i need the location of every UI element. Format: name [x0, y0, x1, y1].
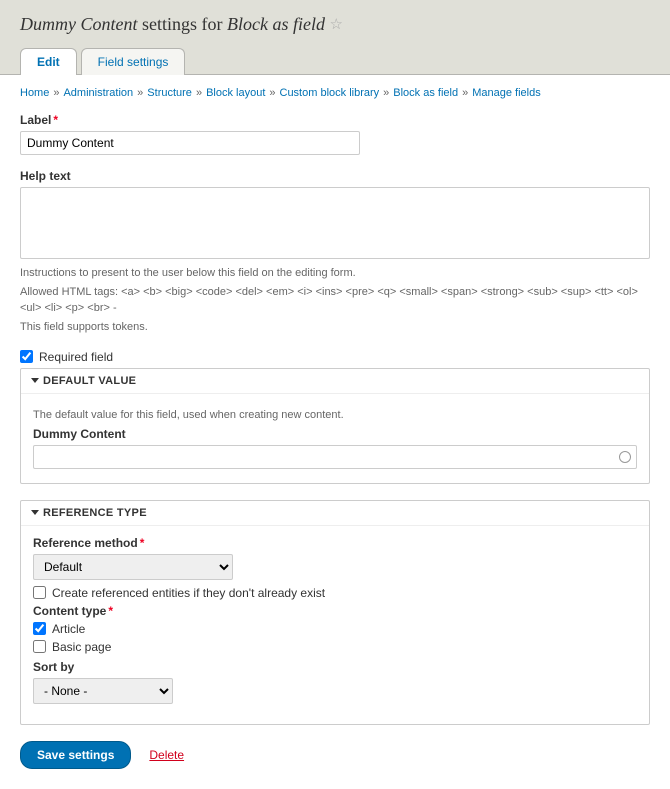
default-value-legend-label: DEFAULT VALUE	[43, 375, 136, 387]
reference-method-label: Reference method*	[33, 536, 637, 550]
help-text-label: Help text	[20, 169, 650, 183]
required-marker: *	[138, 536, 145, 550]
label-input[interactable]	[20, 131, 360, 155]
help-text-input[interactable]	[20, 187, 650, 259]
star-icon[interactable]: ☆	[329, 15, 342, 34]
tab-field-settings-label: Field settings	[98, 55, 169, 69]
save-button[interactable]: Save settings	[20, 741, 131, 769]
breadcrumb-sep: »	[53, 87, 59, 99]
tab-edit[interactable]: Edit	[20, 48, 77, 75]
breadcrumb-sep: »	[196, 87, 202, 99]
breadcrumb-sep: »	[462, 87, 468, 99]
title-prefix: Dummy Content	[20, 14, 137, 34]
breadcrumb-item[interactable]: Manage fields	[472, 87, 541, 99]
label-field-label: Label*	[20, 113, 650, 127]
reference-method-wrapper: Reference method* Default	[33, 536, 637, 580]
breadcrumb-sep: »	[137, 87, 143, 99]
content-type-article-checkbox[interactable]	[33, 622, 46, 635]
sort-by-label: Sort by	[33, 660, 637, 674]
default-value-field-label: Dummy Content	[33, 427, 637, 441]
default-value-section: DEFAULT VALUE The default value for this…	[20, 368, 650, 484]
required-checkbox[interactable]	[20, 350, 33, 363]
help-desc-2: Allowed HTML tags: <a> <b> <big> <code> …	[20, 285, 650, 316]
title-suffix: Block as field	[227, 14, 325, 34]
breadcrumb-item[interactable]: Home	[20, 87, 49, 99]
breadcrumb-sep: »	[269, 87, 275, 99]
breadcrumb-item[interactable]: Administration	[63, 87, 133, 99]
default-value-desc: The default value for this field, used w…	[33, 408, 637, 423]
label-field-wrapper: Label*	[20, 113, 650, 155]
tab-field-settings[interactable]: Field settings	[81, 48, 186, 75]
help-text-wrapper: Help text Instructions to present to the…	[20, 169, 650, 336]
content-type-article-label: Article	[52, 622, 85, 636]
delete-link[interactable]: Delete	[149, 748, 184, 762]
title-middle: settings for	[142, 14, 223, 34]
required-label: Required field	[39, 350, 113, 364]
sort-by-wrapper: Sort by - None -	[33, 660, 637, 704]
create-referenced-label: Create referenced entities if they don't…	[52, 586, 325, 600]
content: Home » Administration » Structure » Block l…	[0, 75, 670, 789]
content-type-basic-page-label: Basic page	[52, 640, 111, 654]
help-desc-1: Instructions to present to the user belo…	[20, 266, 650, 281]
reference-type-legend-label: REFERENCE TYPE	[43, 507, 147, 519]
default-value-legend[interactable]: DEFAULT VALUE	[21, 369, 649, 394]
form-actions: Save settings Delete	[20, 741, 650, 769]
breadcrumb-sep: »	[383, 87, 389, 99]
content-type-option: Article	[33, 622, 637, 636]
content-type-basic-page-checkbox[interactable]	[33, 640, 46, 653]
primary-tabs: Edit Field settings	[20, 48, 650, 75]
breadcrumb-item[interactable]: Block layout	[206, 87, 265, 99]
required-marker: *	[51, 113, 58, 127]
required-field-wrapper: Required field	[20, 350, 650, 364]
create-referenced-wrapper: Create referenced entities if they don't…	[33, 586, 637, 600]
tab-edit-label: Edit	[37, 55, 60, 69]
sort-by-select[interactable]: - None -	[33, 678, 173, 704]
caret-down-icon	[31, 378, 39, 383]
default-value-input[interactable]	[33, 445, 637, 469]
title-bar: Dummy Content settings for Block as fiel…	[0, 0, 670, 75]
required-marker: *	[106, 604, 113, 618]
reference-type-section: REFERENCE TYPE Reference method* Default…	[20, 500, 650, 725]
content-type-option: Basic page	[33, 640, 637, 654]
help-desc-3: This field supports tokens.	[20, 320, 650, 335]
caret-down-icon	[31, 510, 39, 515]
reference-method-select[interactable]: Default	[33, 554, 233, 580]
content-type-label: Content type*	[33, 604, 637, 618]
breadcrumb-item[interactable]: Custom block library	[280, 87, 380, 99]
autocomplete-icon	[619, 451, 631, 463]
default-value-input-wrap	[33, 445, 637, 469]
reference-type-legend[interactable]: REFERENCE TYPE	[21, 501, 649, 526]
page-title: Dummy Content settings for Block as fiel…	[20, 14, 650, 35]
create-referenced-checkbox[interactable]	[33, 586, 46, 599]
breadcrumb-item[interactable]: Structure	[147, 87, 192, 99]
content-type-wrapper: Content type* Article Basic page	[33, 604, 637, 654]
breadcrumb-item[interactable]: Block as field	[393, 87, 458, 99]
breadcrumb: Home » Administration » Structure » Block l…	[20, 87, 650, 99]
